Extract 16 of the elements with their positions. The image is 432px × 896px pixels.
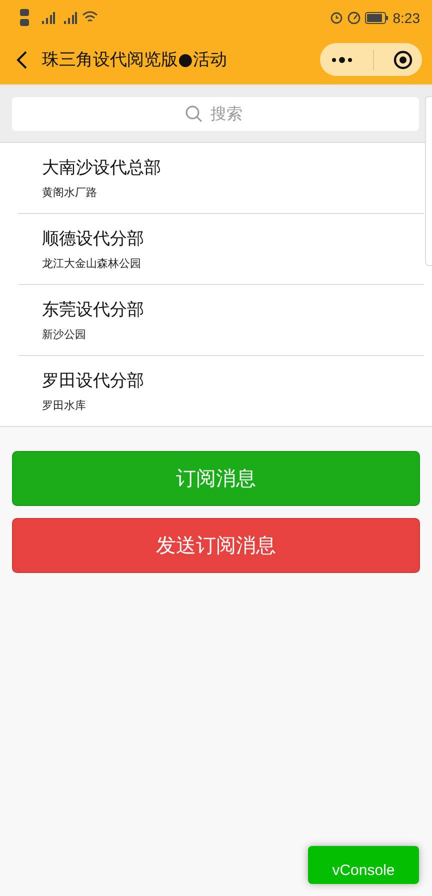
- location-item[interactable]: 大南沙设代总部 黄阁水厂路: [18, 143, 424, 213]
- more-icon[interactable]: [330, 56, 354, 64]
- location-item[interactable]: 东莞设代分部 新沙公园: [18, 284, 424, 355]
- close-icon[interactable]: [392, 50, 412, 70]
- gauge-icon: [346, 11, 361, 24]
- location-item[interactable]: 顺德设代分部 龙江大金山森林公园: [18, 213, 424, 284]
- location-item[interactable]: 罗田设代分部 罗田水库: [18, 355, 424, 426]
- search-icon: [185, 104, 203, 122]
- alarm-icon: [330, 11, 343, 24]
- page-title: 珠三角设代阅览版●活动: [42, 49, 228, 71]
- battery-icon: [364, 12, 389, 24]
- back-icon[interactable]: [16, 50, 28, 70]
- clock-time: 8:23: [392, 10, 420, 26]
- action-button[interactable]: 发送订阅消息: [12, 518, 420, 573]
- wifi-icon: [82, 11, 98, 24]
- search-field[interactable]: 搜索: [12, 96, 419, 130]
